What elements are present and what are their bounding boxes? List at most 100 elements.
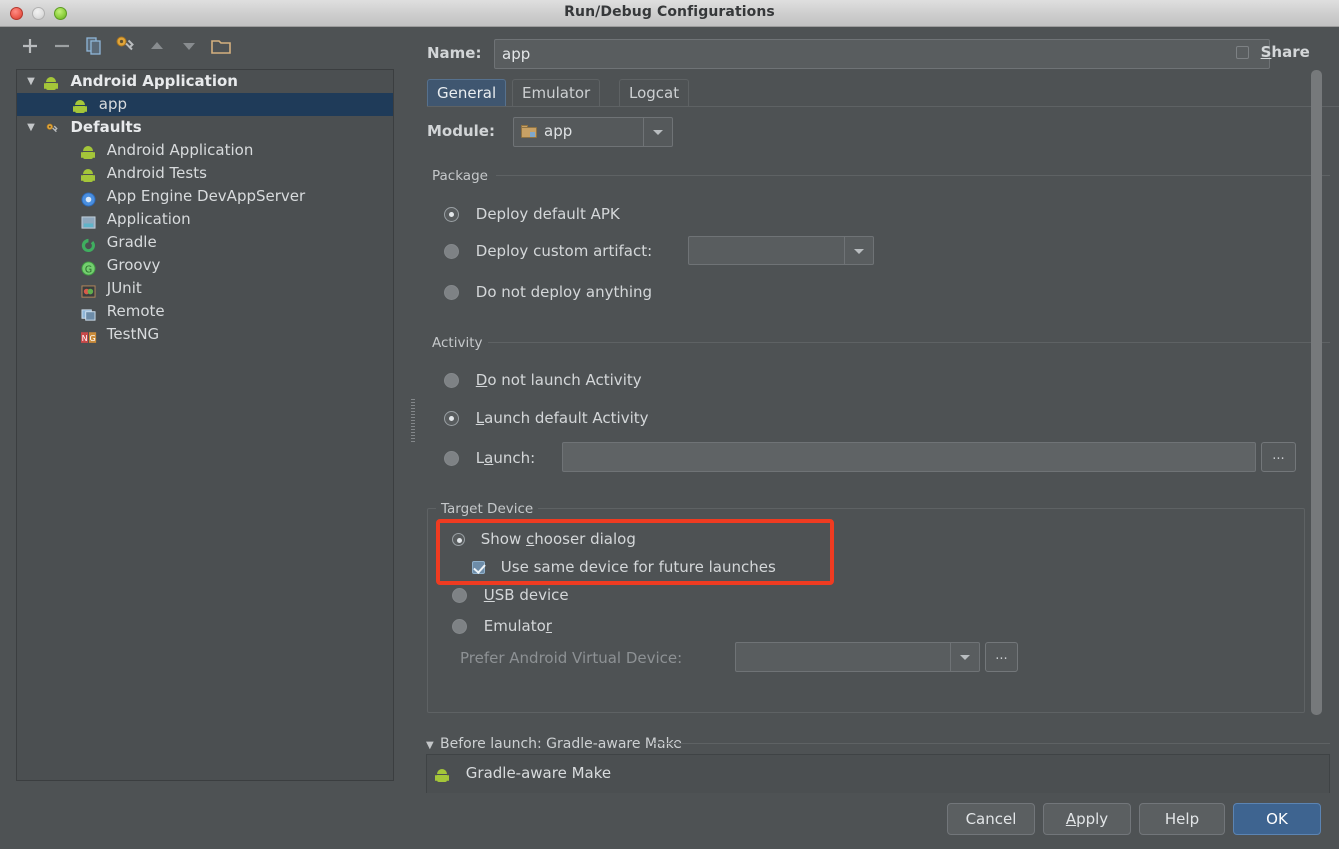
radio-button[interactable] xyxy=(452,588,467,603)
tree-item-label: JUnit xyxy=(107,279,142,297)
chevron-down-icon[interactable]: ▼ xyxy=(23,116,39,139)
tree-item-defaults[interactable]: ▼ Defaults xyxy=(17,116,393,139)
share-label: Share xyxy=(1261,43,1310,61)
radio-usb-device[interactable]: USB device xyxy=(452,586,569,604)
chevron-down-icon[interactable] xyxy=(643,118,672,146)
tab-logcat[interactable]: Logcat xyxy=(619,79,689,107)
avd-browse-button[interactable]: ... xyxy=(985,642,1018,672)
edit-defaults-button[interactable] xyxy=(113,34,137,58)
radio-button[interactable] xyxy=(444,244,459,259)
target-device-group-title: Target Device xyxy=(436,501,538,517)
tree-item-app-engine-devappserver[interactable]: App Engine DevAppServer xyxy=(17,185,393,208)
panel-splitter[interactable] xyxy=(408,27,418,793)
activity-group-title: Activity xyxy=(427,335,488,351)
radio-button[interactable] xyxy=(444,285,459,300)
radio-label: Launch: xyxy=(476,449,535,467)
apply-button[interactable]: Apply xyxy=(1043,803,1131,835)
module-folder-icon xyxy=(521,125,537,138)
tree-item-label: Application xyxy=(107,210,191,228)
tree-item-application[interactable]: Application xyxy=(17,208,393,231)
tree-item-android-application[interactable]: ▼ Android Application xyxy=(17,70,393,93)
radio-deploy-default-apk[interactable]: Deploy default APK xyxy=(444,205,620,223)
radio-launch-default-activity[interactable]: Launch default Activity xyxy=(444,409,649,427)
radio-launch-specific-activity[interactable]: Launch: xyxy=(444,449,535,467)
module-row: Module: app xyxy=(418,117,1339,147)
create-folder-button[interactable] xyxy=(209,34,233,58)
radio-button[interactable] xyxy=(444,451,459,466)
window-title: Run/Debug Configurations xyxy=(0,4,1339,20)
activity-group-rule xyxy=(488,342,1330,343)
testng-icon: N G xyxy=(81,326,99,342)
radio-label: Do not deploy anything xyxy=(476,283,652,301)
configuration-editor: Name: app Share General Emulator Logcat … xyxy=(418,27,1339,793)
name-row: Name: app Share xyxy=(418,39,1339,69)
custom-artifact-combobox[interactable] xyxy=(688,236,874,265)
android-icon xyxy=(81,142,99,158)
radio-do-not-launch-activity[interactable]: Do not launch Activity xyxy=(444,371,642,389)
android-icon xyxy=(44,73,62,89)
chevron-down-icon[interactable]: ▼ xyxy=(426,740,440,751)
tree-item-android-tests[interactable]: Android Tests xyxy=(17,162,393,185)
ok-button[interactable]: OK xyxy=(1233,803,1321,835)
radio-button[interactable] xyxy=(444,373,459,388)
chevron-down-icon[interactable]: ▼ xyxy=(23,70,39,93)
radio-button[interactable] xyxy=(452,619,467,634)
vertical-scrollbar[interactable] xyxy=(1310,30,1323,770)
tree-item-gradle[interactable]: Gradle xyxy=(17,231,393,254)
name-input[interactable]: app xyxy=(494,39,1270,69)
before-launch-item[interactable]: Gradle-aware Make xyxy=(435,764,611,783)
before-launch-item-label: Gradle-aware Make xyxy=(466,764,611,782)
tree-item-junit[interactable]: JUnit xyxy=(17,277,393,300)
svg-text:N: N xyxy=(82,334,88,343)
avd-label: Prefer Android Virtual Device: xyxy=(460,649,682,667)
module-combobox[interactable]: app xyxy=(513,117,673,147)
launch-activity-browse-button[interactable]: ... xyxy=(1261,442,1296,472)
tree-item-label: Gradle xyxy=(107,233,157,251)
share-checkbox-box[interactable] xyxy=(1236,46,1249,59)
tab-emulator[interactable]: Emulator xyxy=(512,79,600,107)
cancel-button[interactable]: Cancel xyxy=(947,803,1035,835)
configurations-toolbar xyxy=(0,27,408,65)
tree-item-label: TestNG xyxy=(107,325,159,343)
before-launch-header[interactable]: ▼Before launch: Gradle-aware Make xyxy=(426,736,682,752)
radio-do-not-deploy[interactable]: Do not deploy anything xyxy=(444,283,652,301)
share-checkbox[interactable]: Share xyxy=(1236,43,1339,67)
radio-button[interactable] xyxy=(444,207,459,222)
tree-item-default-android-application[interactable]: Android Application xyxy=(17,139,393,162)
tab-general[interactable]: General xyxy=(427,79,506,107)
before-launch-list[interactable]: Gradle-aware Make xyxy=(426,754,1330,794)
radio-button[interactable] xyxy=(444,411,459,426)
configurations-tree[interactable]: ▼ Android Application app ▼ Defaults An xyxy=(16,69,394,781)
copy-configuration-button[interactable] xyxy=(82,34,106,58)
launch-activity-input[interactable] xyxy=(562,442,1256,472)
avd-combobox[interactable] xyxy=(735,642,980,672)
tree-item-groovy[interactable]: G Groovy xyxy=(17,254,393,277)
help-button[interactable]: Help xyxy=(1139,803,1225,835)
chevron-down-icon[interactable] xyxy=(950,643,979,671)
settings-tabs: General Emulator Logcat xyxy=(427,79,1339,107)
add-configuration-button[interactable] xyxy=(18,34,42,58)
splitter-grip[interactable] xyxy=(411,399,415,443)
radio-label: Deploy default APK xyxy=(476,205,620,223)
tree-item-remote[interactable]: Remote xyxy=(17,300,393,323)
tree-item-label: Defaults xyxy=(70,118,141,136)
radio-label: Do not launch Activity xyxy=(476,371,642,389)
tree-item-label: App Engine DevAppServer xyxy=(107,187,305,205)
scrollbar-thumb[interactable] xyxy=(1311,70,1322,715)
tree-item-testng[interactable]: N G TestNG xyxy=(17,323,393,346)
junit-icon xyxy=(81,280,99,296)
radio-deploy-custom-artifact[interactable]: Deploy custom artifact: xyxy=(444,242,652,260)
radio-emulator[interactable]: Emulator xyxy=(452,617,552,635)
android-icon xyxy=(73,96,91,112)
move-up-button[interactable] xyxy=(145,34,169,58)
highlight-annotation xyxy=(436,519,834,585)
android-icon xyxy=(81,165,99,181)
remove-configuration-button[interactable] xyxy=(50,34,74,58)
dialog-button-bar: Cancel Apply Help OK xyxy=(0,793,1339,849)
tree-item-app[interactable]: app xyxy=(17,93,393,116)
before-launch-title: Before launch: Gradle-aware Make xyxy=(440,736,682,752)
configurations-panel: ▼ Android Application app ▼ Defaults An xyxy=(0,27,408,793)
chevron-down-icon[interactable] xyxy=(844,237,873,264)
move-down-button[interactable] xyxy=(177,34,201,58)
svg-text:G: G xyxy=(85,264,92,275)
